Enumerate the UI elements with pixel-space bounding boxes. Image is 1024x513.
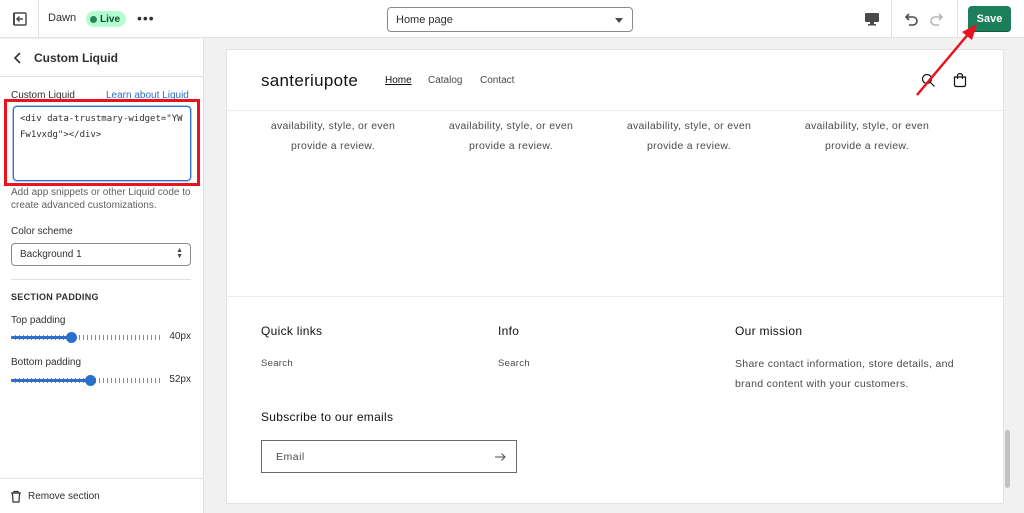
review-text-column: availability, style, or even provide a re… — [787, 116, 947, 156]
top-bar: Dawn Live ••• Home page Save — [0, 0, 1024, 38]
save-button[interactable]: Save — [968, 6, 1011, 32]
review-text-line: provide a review. — [469, 140, 553, 152]
cart-icon[interactable] — [952, 72, 968, 88]
help-text: Add app snippets or other Liquid code to… — [11, 187, 191, 211]
divider — [11, 279, 191, 280]
review-text-line: availability, style, or even — [626, 120, 752, 132]
footer-divider — [227, 296, 1003, 297]
review-text-line: provide a review. — [825, 140, 909, 152]
undo-icon[interactable] — [902, 10, 920, 28]
highlight-box: <div data-trustmary-widget="YWFw1vxdg"><… — [4, 99, 200, 186]
subscribe-heading: Subscribe to our emails — [261, 410, 394, 424]
top-padding-value: 40px — [169, 331, 191, 342]
exit-icon[interactable] — [10, 9, 30, 29]
theme-name: Dawn — [48, 12, 77, 24]
select-arrows-icon: ▲ ▼ — [176, 247, 183, 260]
store-preview: santeriupote Home Catalog Contact availa… — [226, 49, 1004, 504]
divider — [891, 0, 892, 38]
color-scheme-value: Background 1 — [20, 249, 82, 260]
top-padding-label: Top padding — [11, 315, 66, 326]
bottom-padding-fill — [11, 379, 90, 382]
email-input[interactable]: Email — [261, 440, 517, 473]
preview-scrollbar[interactable] — [1005, 430, 1010, 488]
arrow-right-icon[interactable] — [494, 451, 506, 463]
more-actions-icon[interactable]: ••• — [137, 10, 154, 26]
email-placeholder: Email — [276, 451, 305, 463]
search-icon[interactable] — [921, 73, 936, 88]
review-text-column: availability, style, or even provide a re… — [253, 116, 413, 156]
bottom-padding-thumb[interactable] — [84, 375, 96, 386]
mission-text: Share contact information, store details… — [735, 358, 954, 390]
live-badge: Live — [86, 11, 127, 27]
top-padding-slider[interactable] — [11, 332, 162, 343]
divider — [957, 0, 958, 38]
back-arrow-icon[interactable] — [11, 51, 25, 65]
redo-icon[interactable] — [928, 10, 946, 28]
color-scheme-select[interactable]: Background 1 ▲ ▼ — [11, 243, 191, 266]
trash-icon — [11, 490, 21, 503]
live-badge-label: Live — [100, 13, 121, 25]
bottom-padding-value: 52px — [169, 374, 191, 385]
settings-sidebar: Custom Liquid Custom Liquid Learn about … — [0, 39, 204, 513]
color-scheme-label: Color scheme — [11, 226, 73, 237]
custom-liquid-textarea[interactable]: <div data-trustmary-widget="YWFw1vxdg"><… — [13, 106, 191, 181]
sidebar-title: Custom Liquid — [34, 51, 118, 65]
review-text-line: availability, style, or even — [448, 120, 574, 132]
bottom-padding-label: Bottom padding — [11, 357, 82, 368]
top-padding-fill — [11, 336, 72, 339]
top-padding-thumb[interactable] — [66, 332, 78, 343]
bottom-padding-slider[interactable] — [11, 375, 162, 386]
header-divider — [227, 110, 1003, 111]
footer-heading-our-mission: Our mission — [735, 324, 803, 338]
review-text-line: availability, style, or even — [804, 120, 930, 132]
page-select[interactable]: Home page — [387, 7, 633, 32]
review-text-line: provide a review. — [291, 140, 375, 152]
divider — [38, 0, 39, 38]
footer-link-search[interactable]: Search — [261, 358, 293, 369]
sidebar-header: Custom Liquid — [0, 39, 203, 77]
page-select-value: Home page — [396, 14, 453, 26]
review-text-line: provide a review. — [647, 140, 731, 152]
footer-heading-info: Info — [498, 324, 520, 338]
desktop-view-icon[interactable] — [863, 10, 881, 28]
nav-link-contact[interactable]: Contact — [480, 75, 514, 86]
remove-section-button[interactable]: Remove section — [28, 491, 100, 502]
footer-link-search[interactable]: Search — [498, 358, 530, 369]
section-padding-heading: SECTION PADDING — [11, 292, 99, 302]
footer-heading-quick-links: Quick links — [261, 324, 323, 338]
live-dot-icon — [90, 15, 97, 23]
review-text-line: availability, style, or even — [270, 120, 396, 132]
chevron-down-icon — [615, 18, 623, 23]
store-logo[interactable]: santeriupote — [261, 71, 358, 91]
nav-link-catalog[interactable]: Catalog — [428, 75, 462, 86]
review-text-column: availability, style, or even provide a re… — [609, 116, 769, 156]
nav-link-home[interactable]: Home — [385, 75, 412, 86]
review-text-column: availability, style, or even provide a re… — [431, 116, 591, 156]
sidebar-footer: Remove section — [0, 478, 203, 513]
